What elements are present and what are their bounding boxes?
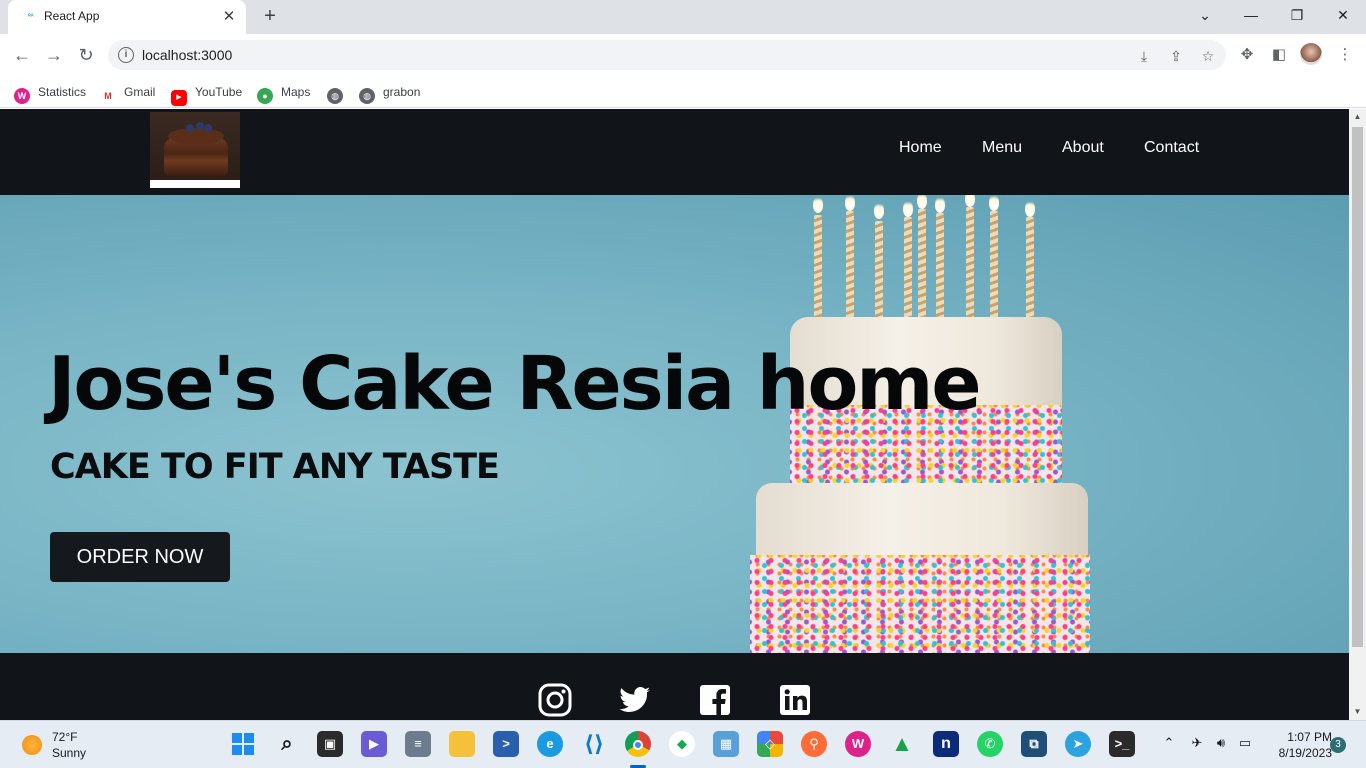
close-tab-icon[interactable]: ✕ [220, 8, 238, 26]
site-navbar: Home Menu About Contact [0, 109, 1349, 195]
nav-about-link[interactable]: About [1062, 139, 1104, 157]
clock-time: 1:07 PM [1287, 730, 1332, 744]
system-clock[interactable]: 1:07 PM 8/19/2023 [1262, 729, 1332, 761]
globe-icon: ◍ [359, 88, 375, 104]
browser-tab[interactable]: ᴿᴬ React App ✕ [8, 0, 246, 34]
airplane-mode-icon[interactable]: ✈ [1188, 735, 1206, 751]
bookmark-globe[interactable]: ◍ [327, 82, 351, 104]
weather-sun-icon[interactable] [22, 735, 42, 755]
facebook-icon[interactable] [698, 683, 732, 717]
file-explorer-icon[interactable] [449, 731, 475, 757]
scrollbar-thumb[interactable] [1352, 127, 1363, 647]
order-now-button[interactable]: ORDER NOW [50, 532, 230, 582]
battery-icon[interactable]: ▭ [1236, 735, 1254, 751]
share-icon[interactable]: ⇪ [1166, 46, 1186, 66]
forward-button[interactable]: → [40, 42, 68, 68]
chrome-menu-icon[interactable]: ⋮ [1334, 44, 1356, 66]
profile-avatar[interactable] [1300, 43, 1322, 65]
paint-app-icon[interactable]: ◇ [757, 731, 783, 757]
extensions-icon[interactable]: ✥ [1236, 44, 1258, 66]
nav-menu-link[interactable]: Menu [982, 139, 1022, 157]
nav-contact-link[interactable]: Contact [1144, 139, 1199, 157]
notepad-plus-icon[interactable]: n [933, 731, 959, 757]
tab-search-icon[interactable]: ⌄ [1182, 0, 1228, 30]
site-info-icon[interactable]: i [118, 47, 134, 63]
volume-icon[interactable]: 🔊︎ [1212, 735, 1230, 751]
page-viewport: Home Menu About Contact Jose's Cake Resi… [0, 109, 1349, 720]
close-window-button[interactable]: ✕ [1320, 0, 1366, 30]
postman-icon[interactable]: ⚲ [801, 731, 827, 757]
linkedin-icon[interactable] [778, 683, 812, 717]
site-footer [0, 653, 1349, 720]
youtube-icon: ▶ [171, 90, 187, 106]
start-windows-icon[interactable] [230, 731, 256, 757]
react-favicon-icon: ᴿᴬ [28, 14, 34, 20]
powershell-icon[interactable]: > [493, 731, 519, 757]
taskbar: 72°F Sunny ⌕ ▣ ▶ ≡ > e ⟨⟩ ◆ ▦ ◇ ⚲ W ▲ n … [0, 720, 1366, 768]
scroll-down-arrow-icon[interactable]: ▼ [1349, 704, 1366, 720]
new-tab-button[interactable]: + [258, 4, 282, 28]
clock-date: 8/19/2023 [1278, 746, 1332, 760]
minimize-button[interactable]: — [1228, 0, 1274, 30]
page-scrollbar[interactable]: ▲ ▼ [1349, 109, 1366, 720]
reload-button[interactable]: ↻ [72, 42, 100, 68]
instagram-icon[interactable] [538, 683, 572, 717]
url-text: localhost:3000 [142, 47, 233, 63]
search-icon[interactable]: ⌕ [274, 731, 300, 757]
bookmark-star-icon[interactable]: ☆ [1198, 46, 1218, 66]
weather-condition[interactable]: Sunny [52, 746, 86, 760]
teams-chat-icon[interactable]: ▶ [361, 731, 387, 757]
bookmark-youtube[interactable]: ▶ YouTube [171, 82, 242, 106]
tab-title: React App [44, 9, 100, 23]
scroll-up-arrow-icon[interactable]: ▲ [1349, 109, 1366, 125]
install-app-icon[interactable]: ⤓ [1134, 46, 1154, 66]
notification-badge[interactable]: 3 [1330, 737, 1346, 753]
show-hidden-icons-chevron-icon[interactable]: ⌃ [1160, 735, 1178, 751]
vscode-icon[interactable]: ⟨⟩ [581, 731, 607, 757]
task-view-icon[interactable]: ▣ [317, 731, 343, 757]
bookmark-gmail[interactable]: M Gmail [100, 82, 155, 104]
bookmark-grabon[interactable]: ◍ grabon [359, 82, 420, 104]
weather-temp[interactable]: 72°F [52, 730, 77, 744]
edge-icon[interactable]: e [537, 731, 563, 757]
bookmark-statistics[interactable]: W Statistics [14, 82, 86, 104]
maps-icon: ● [257, 88, 273, 104]
hosts-app-icon[interactable]: ≡ [405, 731, 431, 757]
chrome-icon[interactable] [625, 731, 651, 757]
tab-strip: ᴿᴬ React App ✕ + ⌄ — ❐ ✕ [0, 0, 1366, 34]
screenshot-app-icon[interactable]: ▦ [713, 731, 739, 757]
restore-button[interactable]: ❐ [1274, 0, 1320, 30]
address-bar[interactable]: i localhost:3000 ⤓ ⇪ ☆ [108, 40, 1226, 70]
android-studio-icon[interactable]: ▲ [889, 731, 915, 757]
bookmarks-bar: W Statistics M Gmail ▶ YouTube ● Maps ◍ ◍ gra… [0, 76, 1366, 108]
site-logo[interactable] [150, 112, 240, 188]
bookmark-maps[interactable]: ● Maps [257, 82, 310, 104]
side-panel-icon[interactable]: ◧ [1268, 44, 1290, 66]
gmail-icon: M [100, 88, 116, 104]
wamp-server-icon[interactable]: W [845, 731, 871, 757]
telegram-icon[interactable]: ➤ [1065, 731, 1091, 757]
whatsapp-icon[interactable]: ✆ [977, 731, 1003, 757]
hero-section: Jose's Cake Resia home CAKE TO FIT ANY T… [0, 195, 1349, 653]
terminal-icon[interactable]: >_ [1109, 731, 1135, 757]
wamp-icon: W [14, 88, 30, 104]
hero-subtitle: CAKE TO FIT ANY TASTE [50, 447, 500, 487]
globe-icon: ◍ [327, 88, 343, 104]
mongodb-compass-icon[interactable]: ◆ [669, 731, 695, 757]
twitter-icon[interactable] [618, 683, 652, 717]
sql-server-icon[interactable]: ⧉ [1021, 731, 1047, 757]
back-button[interactable]: ← [8, 42, 36, 68]
nav-home-link[interactable]: Home [899, 139, 942, 157]
hero-title: Jose's Cake Resia home [48, 341, 982, 427]
browser-toolbar: ← → ↻ i localhost:3000 ⤓ ⇪ ☆ ✥ ◧ ⋮ [0, 34, 1366, 76]
